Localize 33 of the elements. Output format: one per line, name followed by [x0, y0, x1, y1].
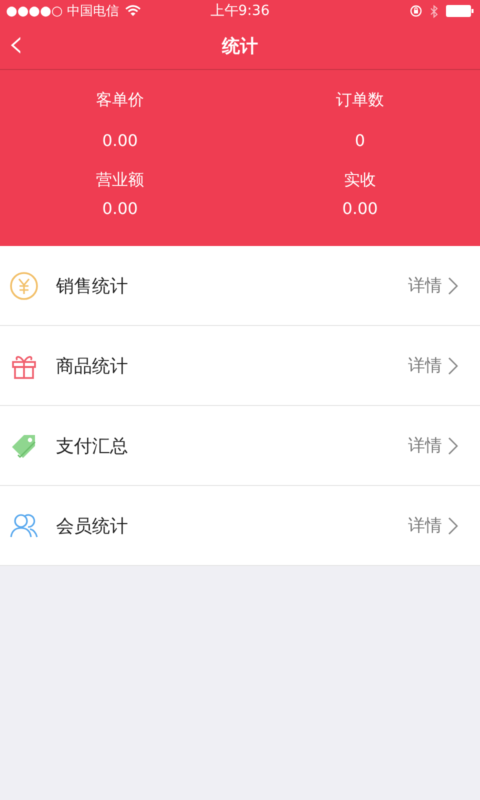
menu-label: 会员统计 [56, 514, 128, 538]
details-link[interactable]: 详情 [408, 354, 442, 377]
stat-value: 0.00 [102, 131, 138, 150]
chevron-right-icon [448, 436, 458, 454]
menu-row[interactable]: 会员统计 详情 [0, 486, 480, 566]
stat-value: 0 [354, 131, 366, 150]
menu-row[interactable]: 销售统计 详情 [0, 246, 480, 326]
yen-icon [9, 270, 39, 300]
wifi-icon [124, 5, 141, 17]
stat-value: 0.00 [342, 199, 378, 218]
rotation-lock-icon [410, 5, 422, 17]
details-link[interactable]: 详情 [408, 274, 442, 297]
stat-value: 0.00 [102, 199, 138, 218]
battery-icon [446, 5, 474, 17]
menu-label: 商品统计 [56, 354, 128, 378]
menu-row[interactable]: 商品统计 详情 [0, 326, 480, 406]
details-link[interactable]: 详情 [408, 434, 442, 457]
chevron-right-icon [448, 516, 458, 534]
bluetooth-icon [430, 4, 438, 18]
menu-label: 支付汇总 [56, 434, 128, 458]
chevron-right-icon [448, 276, 458, 294]
stat-label: 营业额 [96, 170, 144, 191]
carrier-name: ●●●●○ 中国电信 [6, 3, 119, 20]
stat-label: 实收 [344, 170, 376, 191]
details-link[interactable]: 详情 [408, 514, 442, 537]
menu-row[interactable]: 支付汇总 详情 [0, 406, 480, 486]
page-title: 统计 [222, 34, 258, 58]
menu-label: 销售统计 [56, 274, 128, 298]
status-time: 上午9:36 [209, 2, 271, 20]
stat-label: 客单价 [96, 90, 144, 111]
chevron-right-icon [448, 356, 458, 374]
stat-label: 订单数 [336, 90, 384, 111]
back-button[interactable]: ‹ [4, 26, 28, 62]
